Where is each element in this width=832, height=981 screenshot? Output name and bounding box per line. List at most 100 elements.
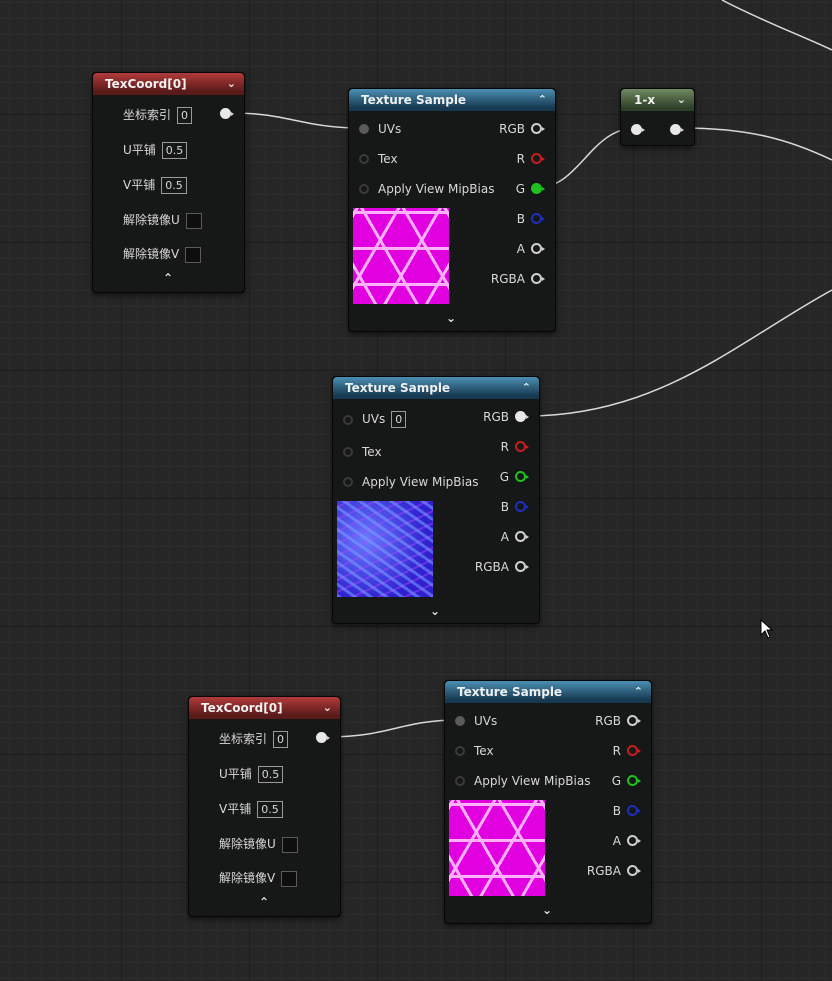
- texture-sample-node-2[interactable]: Texture Sample ⌃ UVs 0 Tex Apply View Mip…: [332, 376, 540, 624]
- chevron-down-icon[interactable]: ⌄: [430, 604, 440, 618]
- chevron-up-icon[interactable]: ⌃: [259, 895, 269, 909]
- v-tile-field[interactable]: 0.5: [161, 177, 187, 194]
- a-output-pin[interactable]: [627, 835, 641, 846]
- node-title: TexCoord[0]: [201, 701, 283, 715]
- r-label: R: [612, 744, 621, 758]
- output-pin[interactable]: [220, 108, 234, 119]
- node-header[interactable]: TexCoord[0] ⌄: [93, 73, 244, 95]
- g-output-pin[interactable]: [515, 471, 529, 482]
- unmirror-v-checkbox[interactable]: [281, 870, 298, 887]
- wire-offscreen-top[interactable]: [721, 0, 832, 51]
- input-pin[interactable]: [631, 124, 645, 135]
- node-header[interactable]: Texture Sample ⌃: [333, 377, 539, 399]
- tex-input-pin[interactable]: [343, 447, 353, 457]
- node-header[interactable]: 1-x ⌄: [621, 89, 694, 111]
- b-output-pin[interactable]: [515, 501, 529, 512]
- texture-thumbnail: [449, 800, 545, 896]
- uvs-label: UVs: [474, 714, 498, 728]
- wire-texcoord2-to-uvs[interactable]: [327, 719, 460, 738]
- chevron-down-icon[interactable]: ⌄: [323, 697, 332, 719]
- g-output-pin[interactable]: [531, 183, 545, 194]
- texcoord-node-1[interactable]: TexCoord[0] ⌄ 坐标索引 0 U平铺 0.5 V平铺 0.5 解除镜像U …: [92, 72, 245, 293]
- b-label: B: [500, 500, 509, 514]
- chevron-up-icon[interactable]: ⌃: [634, 681, 643, 703]
- rgb-output-pin[interactable]: [627, 715, 641, 726]
- coord-index-field[interactable]: 0: [177, 107, 193, 124]
- coord-index-field[interactable]: 0: [273, 731, 289, 748]
- wire-texcoord1-to-uvs[interactable]: [231, 112, 364, 129]
- a-output-pin[interactable]: [531, 243, 545, 254]
- b-output-pin[interactable]: [531, 213, 545, 224]
- g-label: G: [499, 470, 509, 484]
- tex-label: Tex: [474, 744, 494, 758]
- rgba-output-pin[interactable]: [531, 273, 545, 284]
- chevron-down-icon[interactable]: ⌄: [446, 311, 456, 325]
- unmirror-u-row: 解除镜像U: [123, 210, 202, 230]
- wire-oneminus-out[interactable]: [681, 127, 832, 161]
- node-title: 1-x: [634, 93, 656, 107]
- r-label: R: [500, 440, 509, 454]
- node-title: Texture Sample: [457, 685, 563, 699]
- coord-index-row: 坐标索引 0: [123, 105, 193, 125]
- rgba-label: RGBA: [490, 272, 525, 286]
- r-output-pin[interactable]: [531, 153, 545, 164]
- tex-label: Tex: [362, 445, 382, 459]
- r-output-pin[interactable]: [515, 441, 529, 452]
- u-tile-row: U平铺 0.5: [123, 140, 188, 160]
- texture-sample-node-1[interactable]: Texture Sample ⌃ UVs Tex Apply View MipB…: [348, 88, 556, 332]
- rgba-output-pin[interactable]: [515, 561, 529, 572]
- coord-index-label: 坐标索引: [123, 108, 172, 122]
- rgba-label: RGBA: [474, 560, 509, 574]
- a-label: A: [612, 834, 621, 848]
- rgb-output-pin[interactable]: [515, 411, 529, 422]
- chevron-down-icon[interactable]: ⌄: [677, 89, 686, 111]
- chevron-up-icon[interactable]: ⌃: [163, 271, 173, 285]
- uvs-input-pin[interactable]: [455, 716, 465, 726]
- node-header[interactable]: TexCoord[0] ⌄: [189, 697, 340, 719]
- mipbias-input-pin[interactable]: [455, 776, 465, 786]
- unmirror-u-checkbox[interactable]: [281, 836, 298, 853]
- b-output-pin[interactable]: [627, 805, 641, 816]
- b-label: B: [516, 212, 525, 226]
- mipbias-input-pin[interactable]: [343, 477, 353, 487]
- mipbias-input-pin[interactable]: [359, 184, 369, 194]
- unmirror-u-checkbox[interactable]: [185, 212, 202, 229]
- node-header[interactable]: Texture Sample ⌃: [349, 89, 555, 111]
- unmirror-u-label: 解除镜像U: [123, 213, 180, 227]
- uvs-input-pin[interactable]: [359, 124, 369, 134]
- rgba-output-pin[interactable]: [627, 865, 641, 876]
- rgba-label: RGBA: [586, 864, 621, 878]
- wire-rgb-offscreen[interactable]: [526, 289, 832, 417]
- g-label: G: [515, 182, 525, 196]
- coord-index-row: 坐标索引 0: [219, 729, 289, 749]
- chevron-down-icon[interactable]: ⌄: [542, 903, 552, 917]
- mipbias-label: Apply View MipBias: [474, 774, 591, 788]
- node-header[interactable]: Texture Sample ⌃: [445, 681, 651, 703]
- rgb-output-pin[interactable]: [531, 123, 545, 134]
- mipbias-label: Apply View MipBias: [378, 182, 495, 196]
- u-tile-field[interactable]: 0.5: [257, 766, 284, 783]
- uvs-field[interactable]: 0: [391, 411, 407, 428]
- v-tile-field[interactable]: 0.5: [257, 801, 283, 818]
- unmirror-v-checkbox[interactable]: [185, 246, 202, 263]
- a-label: A: [500, 530, 509, 544]
- v-tile-label: V平铺: [123, 178, 156, 192]
- node-title: TexCoord[0]: [105, 77, 187, 91]
- mipbias-label: Apply View MipBias: [362, 475, 479, 489]
- tex-input-pin[interactable]: [455, 746, 465, 756]
- tex-input-pin[interactable]: [359, 154, 369, 164]
- chevron-down-icon[interactable]: ⌄: [227, 73, 236, 95]
- texture-sample-node-3[interactable]: Texture Sample ⌃ UVs Tex Apply View MipB…: [444, 680, 652, 924]
- a-output-pin[interactable]: [515, 531, 529, 542]
- output-pin[interactable]: [316, 732, 330, 743]
- r-output-pin[interactable]: [627, 745, 641, 756]
- u-tile-field[interactable]: 0.5: [161, 142, 188, 159]
- output-pin[interactable]: [670, 124, 684, 135]
- chevron-up-icon[interactable]: ⌃: [538, 89, 547, 111]
- texcoord-node-2[interactable]: TexCoord[0] ⌄ 坐标索引 0 U平铺 0.5 V平铺 0.5 解除镜像U …: [188, 696, 341, 917]
- uvs-input-pin[interactable]: [343, 415, 353, 425]
- unmirror-v-row: 解除镜像V: [219, 868, 298, 888]
- chevron-up-icon[interactable]: ⌃: [522, 377, 531, 399]
- g-output-pin[interactable]: [627, 775, 641, 786]
- one-minus-node[interactable]: 1-x ⌄: [620, 88, 695, 146]
